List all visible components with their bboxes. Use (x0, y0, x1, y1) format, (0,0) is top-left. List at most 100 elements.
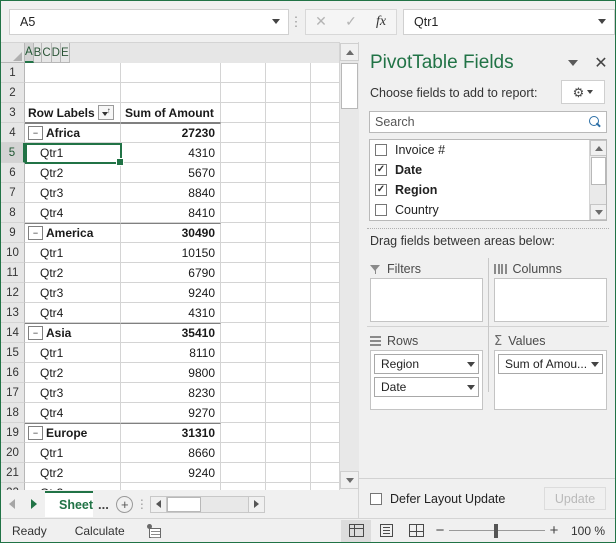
fx-icon[interactable]: fx (366, 10, 396, 34)
cell-b17[interactable]: 8230 (121, 383, 221, 403)
cell-a10[interactable]: Qtr1 (25, 243, 121, 263)
cell-b5[interactable]: 4310 (121, 143, 221, 163)
row-header-22[interactable]: 22 (1, 483, 25, 490)
cell-a15[interactable]: Qtr1 (25, 343, 121, 363)
cell-a18[interactable]: Qtr4 (25, 403, 121, 423)
row-header-19[interactable]: 19 (1, 423, 25, 443)
chevron-down-icon[interactable] (467, 361, 475, 367)
row-header-17[interactable]: 17 (1, 383, 25, 403)
cell-a5[interactable]: Qtr1 (25, 143, 121, 163)
cell-d6[interactable] (266, 163, 311, 183)
area-columns[interactable]: Columns (494, 260, 607, 322)
cell-b4[interactable]: 27230 (121, 123, 221, 143)
cell-c21[interactable] (221, 463, 266, 483)
cell-d12[interactable] (266, 283, 311, 303)
row-header-18[interactable]: 18 (1, 403, 25, 423)
update-button[interactable]: Update (544, 487, 606, 510)
sheet-tab-sheet[interactable]: Sheet (45, 491, 93, 517)
cell-a17[interactable]: Qtr3 (25, 383, 121, 403)
row-header-12[interactable]: 12 (1, 283, 25, 303)
cell-c12[interactable] (221, 283, 266, 303)
cell-b15[interactable]: 8110 (121, 343, 221, 363)
vscroll-thumb[interactable] (341, 63, 358, 109)
row-header-1[interactable]: 1 (1, 63, 25, 83)
hscroll-track[interactable] (201, 497, 248, 512)
cell-d10[interactable] (266, 243, 311, 263)
scroll-left-icon[interactable] (150, 496, 167, 512)
select-all-icon[interactable] (1, 43, 25, 63)
cell-c22[interactable] (221, 483, 266, 490)
cell-a22[interactable]: Qtr3 (25, 483, 121, 490)
cell-c5[interactable] (221, 143, 266, 163)
row-header-4[interactable]: 4 (1, 123, 25, 143)
minus-box-icon[interactable]: − (28, 326, 43, 340)
row-header-16[interactable]: 16 (1, 363, 25, 383)
minus-box-icon[interactable]: − (28, 226, 43, 240)
row-header-2[interactable]: 2 (1, 83, 25, 103)
chevron-down-icon[interactable] (587, 90, 594, 94)
zoom-slider[interactable] (449, 521, 545, 541)
cell-c15[interactable] (221, 343, 266, 363)
cell-a11[interactable]: Qtr2 (25, 263, 121, 283)
cell-c8[interactable] (221, 203, 266, 223)
spreadsheet-grid[interactable]: A B C D E 1 2 3 4 5 6 7 8 9 10 11 12 13 14 15 16 17 18 19 2… (1, 42, 358, 490)
plus-icon[interactable]: + (114, 493, 136, 515)
cell-c10[interactable] (221, 243, 266, 263)
row-header-13[interactable]: 13 (1, 303, 25, 323)
cell-a12[interactable]: Qtr3 (25, 283, 121, 303)
cell-c1[interactable] (221, 63, 266, 83)
cell-d7[interactable] (266, 183, 311, 203)
filter-dropdown-icon[interactable]: ↑ (97, 105, 114, 120)
macro-record-icon[interactable] (146, 523, 163, 538)
rows-field-region[interactable]: Region (374, 354, 479, 374)
cell-d14[interactable] (266, 323, 311, 343)
cell-c14[interactable] (221, 323, 266, 343)
minus-box-icon[interactable]: − (28, 126, 43, 140)
cell-a1[interactable] (25, 63, 121, 83)
cell-c6[interactable] (221, 163, 266, 183)
cell-d5[interactable] (266, 143, 311, 163)
area-columns-dropzone[interactable] (494, 278, 607, 322)
status-calculate[interactable]: Calculate (75, 524, 125, 538)
cell-c17[interactable] (221, 383, 266, 403)
close-icon[interactable]: ✕ (586, 50, 615, 76)
grid-vertical-scrollbar[interactable] (339, 42, 359, 490)
scroll-down-icon[interactable] (590, 204, 606, 220)
area-values[interactable]: Σ Values Sum of Amou... (494, 332, 607, 410)
row-header-21[interactable]: 21 (1, 463, 25, 483)
page-break-view-icon[interactable] (401, 520, 431, 542)
rows-field-date[interactable]: Date (374, 377, 479, 397)
field-list-item-invoice[interactable]: Invoice # (370, 140, 606, 160)
scroll-up-icon[interactable] (340, 43, 359, 61)
cell-c18[interactable] (221, 403, 266, 423)
cell-d8[interactable] (266, 203, 311, 223)
search-input[interactable]: Search (369, 111, 607, 133)
cell-b14[interactable]: 35410 (121, 323, 221, 343)
cell-b7[interactable]: 8840 (121, 183, 221, 203)
cell-a13[interactable]: Qtr4 (25, 303, 121, 323)
row-header-11[interactable]: 11 (1, 263, 25, 283)
zoom-level-label[interactable]: 100 % (563, 524, 615, 538)
cell-d4[interactable] (266, 123, 311, 143)
row-header-5[interactable]: 5 (1, 143, 25, 163)
cell-c11[interactable] (221, 263, 266, 283)
cell-a2[interactable] (25, 83, 121, 103)
row-header-8[interactable]: 8 (1, 203, 25, 223)
chevron-down-icon[interactable] (272, 19, 280, 24)
cell-a4[interactable]: − Africa (25, 123, 121, 143)
cell-b18[interactable]: 9270 (121, 403, 221, 423)
cell-c16[interactable] (221, 363, 266, 383)
close-icon[interactable]: ✕ (306, 10, 336, 34)
cell-b11[interactable]: 6790 (121, 263, 221, 283)
cell-a8[interactable]: Qtr4 (25, 203, 121, 223)
column-header-a[interactable]: A (25, 43, 34, 63)
formula-bar-grip[interactable]: ⋮ (289, 9, 303, 35)
cell-d3[interactable] (266, 103, 311, 123)
cell-d2[interactable] (266, 83, 311, 103)
cell-c2[interactable] (221, 83, 266, 103)
cell-d18[interactable] (266, 403, 311, 423)
cell-b3[interactable]: Sum of Amount (121, 103, 221, 123)
vscroll-track[interactable] (340, 61, 359, 471)
checkbox-icon[interactable] (375, 144, 387, 156)
cell-d17[interactable] (266, 383, 311, 403)
